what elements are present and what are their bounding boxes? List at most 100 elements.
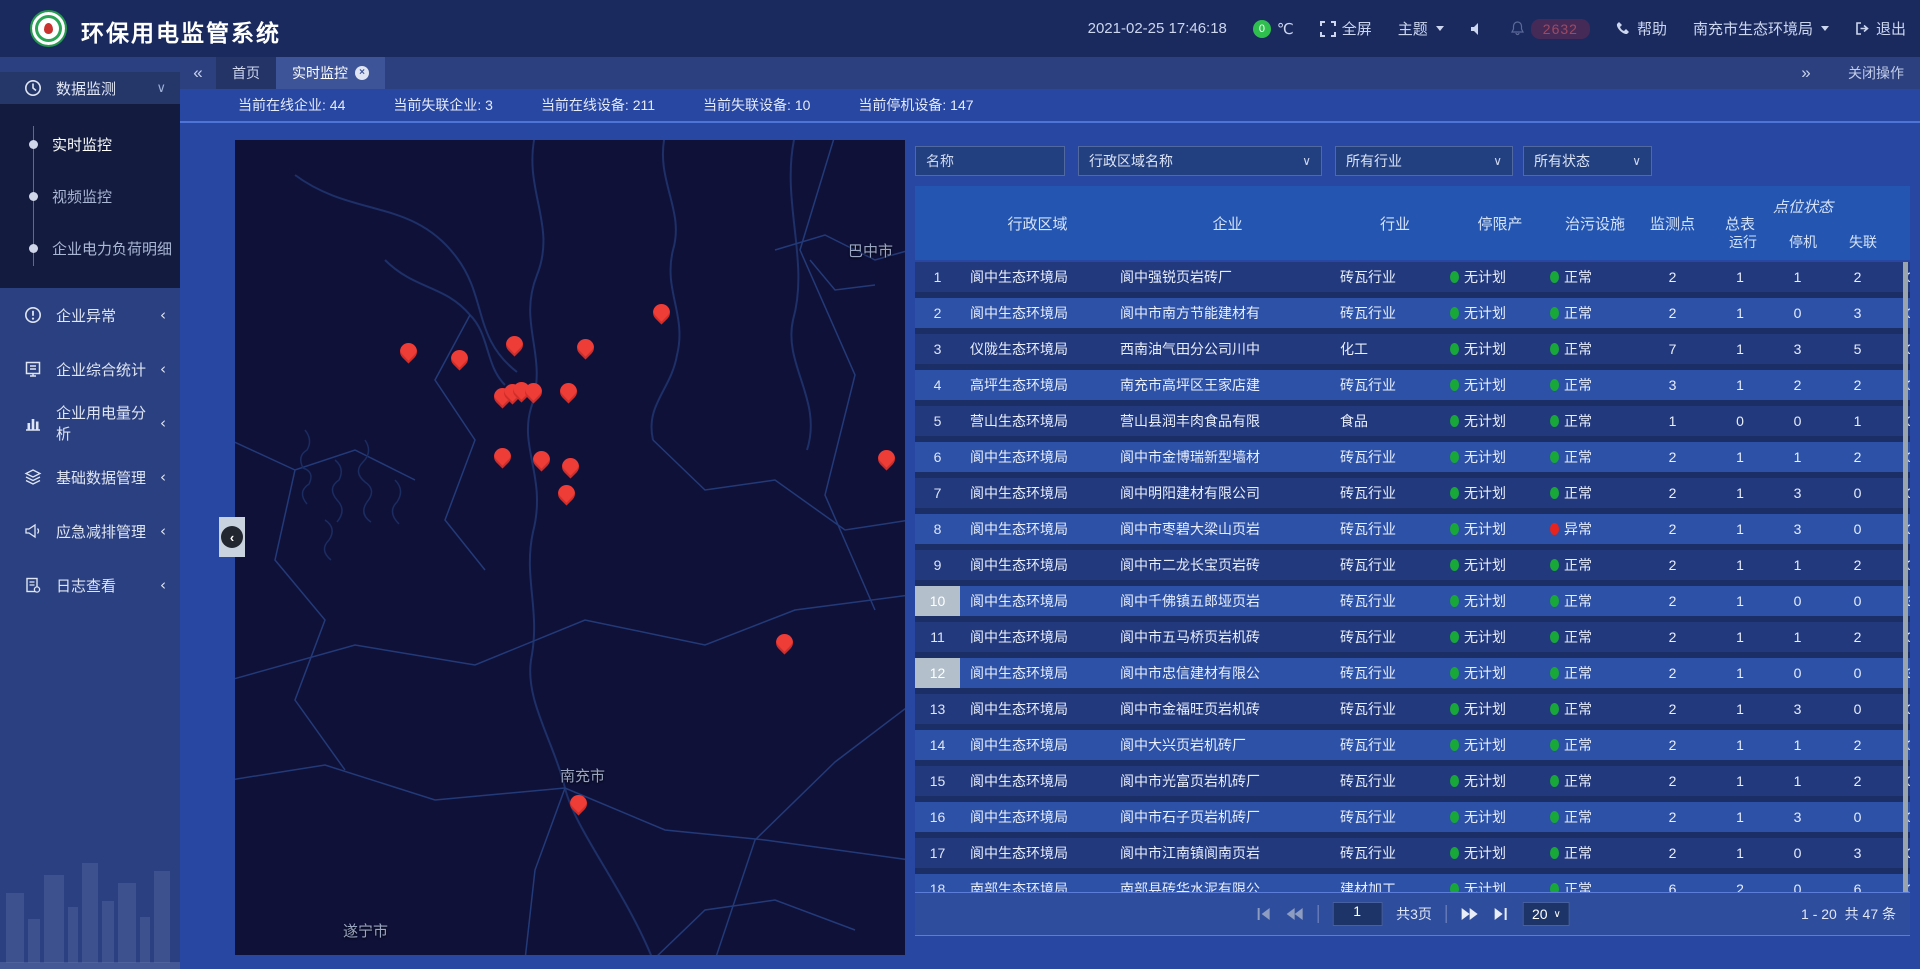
table-row[interactable]: 5营山生态环境局营山县润丰肉食品有限食品无计划正常10010 (915, 406, 1910, 436)
name-search-input[interactable]: 名称 (915, 146, 1065, 176)
table-row[interactable]: 18南部生态环境局南部县砖华水泥有限公建材加工无计划正常62060 (915, 874, 1910, 892)
app-logo (30, 10, 67, 47)
cell-industry: 化工 (1340, 334, 1450, 364)
help-button[interactable]: 帮助 (1616, 18, 1667, 39)
industry-select[interactable]: 所有行业∨ (1335, 146, 1513, 176)
cell-monitor: 2 (1640, 514, 1705, 544)
tab-0[interactable]: 首页 (216, 57, 276, 89)
cell-halt: 3 (1835, 298, 1880, 328)
table-row[interactable]: 4高坪生态环境局南充市高坪区王家店建砖瓦行业无计划正常31220 (915, 370, 1910, 400)
sidebar-subitem-0-2[interactable]: 企业电力负荷明细 (0, 222, 180, 274)
cell-halt: 1 (1835, 406, 1880, 436)
cell-company: 阆中市光富页岩机砖厂 (1120, 766, 1345, 796)
notification-count-badge: 2632 (1531, 19, 1590, 39)
next-page-button[interactable] (1461, 907, 1479, 921)
cell-meter: 1 (1705, 802, 1775, 832)
table-row[interactable]: 12阆中生态环境局阆中市忠信建材有限公砖瓦行业无计划正常21003 (915, 658, 1910, 688)
mute-button[interactable] (1470, 22, 1484, 36)
cell-region: 仪陇生态环境局 (970, 334, 1120, 364)
cell-stop: 无计划 (1450, 766, 1550, 796)
cell-industry: 砖瓦行业 (1340, 730, 1450, 760)
cell-treat: 异常 (1550, 514, 1640, 544)
notifications[interactable]: 2632 (1510, 19, 1590, 39)
cell-row-number: 3 (915, 334, 960, 364)
cell-run: 0 (1775, 406, 1820, 436)
chevron-left-icon: ‹ (160, 360, 166, 378)
sidebar-item-5[interactable]: 应急减排管理‹ (0, 504, 180, 558)
map-panel[interactable]: 巴中市南充市遂宁市 (235, 140, 905, 955)
cell-industry: 砖瓦行业 (1340, 622, 1450, 652)
cell-industry: 砖瓦行业 (1340, 838, 1450, 868)
sidebar-collapse-button[interactable]: ‹ (219, 517, 245, 557)
sidebar-item-4[interactable]: 基础数据管理‹ (0, 450, 180, 504)
tabs-scroll-right-button[interactable]: » (1788, 63, 1824, 83)
cell-halt: 2 (1835, 622, 1880, 652)
table-scrollbar[interactable] (1903, 262, 1908, 892)
table-row[interactable]: 13阆中生态环境局阆中市金福旺页岩机砖砖瓦行业无计划正常21300 (915, 694, 1910, 724)
table-row[interactable]: 16阆中生态环境局阆中市石子页岩机砖厂砖瓦行业无计划正常21300 (915, 802, 1910, 832)
page-number-input[interactable]: 1 (1332, 902, 1382, 926)
org-dropdown[interactable]: 南充市生态环境局 (1693, 18, 1829, 39)
sidebar-subitem-0-0[interactable]: 实时监控 (0, 118, 180, 170)
tabs-scroll-left-button[interactable]: « (180, 57, 216, 89)
table-row[interactable]: 17阆中生态环境局阆中市江南镇阆南页岩砖瓦行业无计划正常21030 (915, 838, 1910, 868)
cell-monitor: 3 (1640, 370, 1705, 400)
cell-company: 南充市高坪区王家店建 (1120, 370, 1345, 400)
cell-meter: 1 (1705, 838, 1775, 868)
top-header: 环保用电监管系统 2021-02-25 17:46:18 0 ℃ 全屏 主题 2… (0, 0, 1920, 57)
status-dot-icon (1550, 379, 1559, 391)
sidebar-item-6[interactable]: 日志查看‹ (0, 558, 180, 612)
page-size-select[interactable]: 20 ∨ (1523, 902, 1570, 926)
cell-row-number: 5 (915, 406, 960, 436)
cell-company: 营山县润丰肉食品有限 (1120, 406, 1345, 436)
cell-monitor: 1 (1640, 406, 1705, 436)
chevron-down-icon (1436, 26, 1444, 31)
region-select[interactable]: 行政区域名称∨ (1078, 146, 1322, 176)
cell-meter: 1 (1705, 730, 1775, 760)
table-row[interactable]: 6阆中生态环境局阆中市金博瑞新型墙材砖瓦行业无计划正常21120 (915, 442, 1910, 472)
cell-stop: 无计划 (1450, 622, 1550, 652)
sidebar-item-1[interactable]: 企业异常‹ (0, 288, 180, 342)
theme-dropdown[interactable]: 主题 (1398, 18, 1444, 39)
table-row[interactable]: 9阆中生态环境局阆中市二龙长宝页岩砖砖瓦行业无计划正常21120 (915, 550, 1910, 580)
status-dot-icon (1450, 703, 1459, 715)
cell-row-number: 6 (915, 442, 960, 472)
status-dot-icon (1450, 559, 1459, 571)
prev-page-button[interactable] (1285, 907, 1303, 921)
sidebar-subitem-0-1[interactable]: 视频监控 (0, 170, 180, 222)
table-row[interactable]: 15阆中生态环境局阆中市光富页岩机砖厂砖瓦行业无计划正常21120 (915, 766, 1910, 796)
table-row[interactable]: 1阆中生态环境局阆中强锐页岩砖厂砖瓦行业无计划正常21120 (915, 262, 1910, 292)
cell-company: 阆中市金福旺页岩机砖 (1120, 694, 1345, 724)
table-row[interactable]: 2阆中生态环境局阆中市南方节能建材有砖瓦行业无计划正常21030 (915, 298, 1910, 328)
table-row[interactable]: 7阆中生态环境局阆中明阳建材有限公司砖瓦行业无计划正常21300 (915, 478, 1910, 508)
fullscreen-button[interactable]: 全屏 (1320, 18, 1372, 39)
cell-industry: 砖瓦行业 (1340, 586, 1450, 616)
table-row[interactable]: 10阆中生态环境局阆中千佛镇五郎垭页岩砖瓦行业无计划正常21003 (915, 586, 1910, 616)
cell-treat: 正常 (1550, 874, 1640, 892)
table-row[interactable]: 14阆中生态环境局阆中大兴页岩机砖厂砖瓦行业无计划正常21120 (915, 730, 1910, 760)
table-row[interactable]: 11阆中生态环境局阆中市五马桥页岩机砖砖瓦行业无计划正常21120 (915, 622, 1910, 652)
logout-button[interactable]: 退出 (1855, 18, 1906, 39)
status-select[interactable]: 所有状态∨ (1523, 146, 1652, 176)
chevron-left-icon: ‹ (160, 468, 166, 486)
chevron-left-icon: ‹ (160, 306, 166, 324)
cell-run: 2 (1775, 370, 1820, 400)
tab-1[interactable]: 实时监控× (276, 57, 385, 89)
table-row[interactable]: 3仪陇生态环境局西南油气田分公司川中化工无计划正常71350 (915, 334, 1910, 364)
table-row[interactable]: 8阆中生态环境局阆中市枣碧大梁山页岩砖瓦行业无计划异常21300 (915, 514, 1910, 544)
cell-industry: 砖瓦行业 (1340, 694, 1450, 724)
sidebar-item-2[interactable]: 企业综合统计‹ (0, 342, 180, 396)
chevron-down-icon: ∨ (1632, 154, 1641, 168)
first-page-button[interactable] (1255, 907, 1271, 921)
close-operations-button[interactable]: 关闭操作 (1848, 63, 1904, 83)
cell-company: 阆中市南方节能建材有 (1120, 298, 1345, 328)
stat-1: 当前失联企业: 3 (393, 95, 493, 115)
tab-close-icon[interactable]: × (355, 66, 369, 80)
cell-industry: 砖瓦行业 (1340, 298, 1450, 328)
last-page-button[interactable] (1493, 907, 1509, 921)
chevron-down-icon: ∨ (1493, 154, 1502, 168)
sidebar-item-3[interactable]: 企业用电量分析‹ (0, 396, 180, 450)
sidebar-item-0[interactable]: 数据监测∨ (0, 72, 180, 104)
cell-run: 1 (1775, 262, 1820, 292)
cell-meter: 1 (1705, 622, 1775, 652)
